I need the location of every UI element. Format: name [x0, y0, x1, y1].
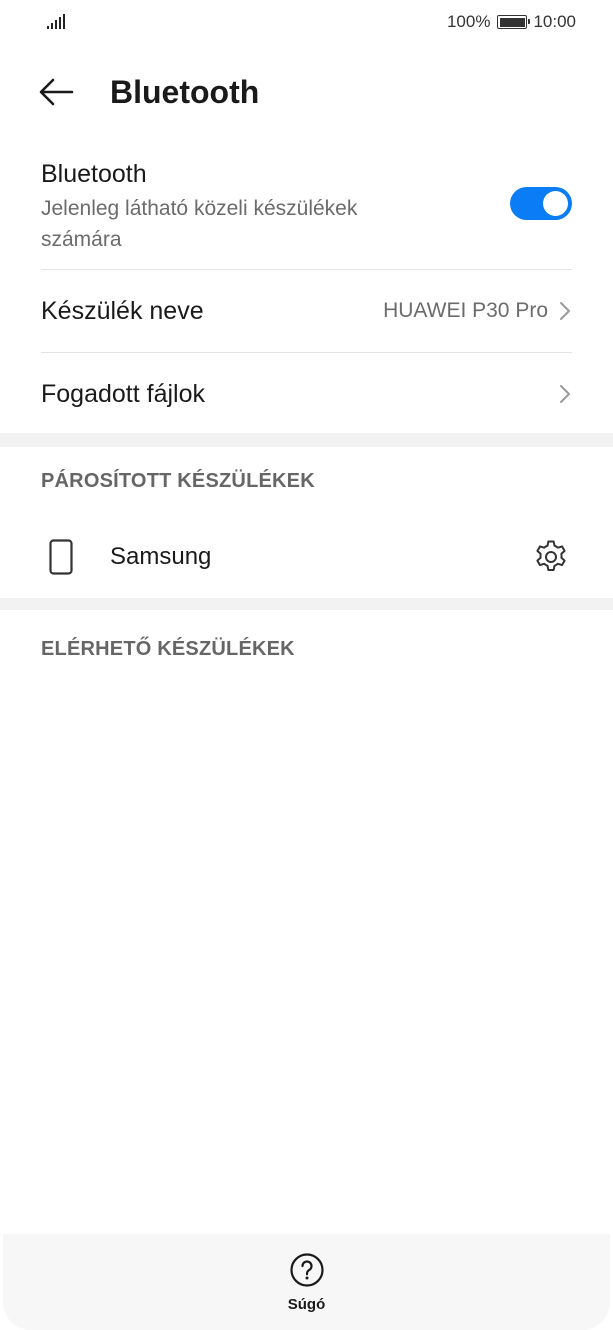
back-arrow-icon: [39, 78, 74, 106]
chevron-right-icon: [558, 383, 572, 405]
received-files-row[interactable]: Fogadott fájlok: [41, 353, 572, 435]
section-gap: [0, 433, 613, 447]
bluetooth-toggle-row[interactable]: Bluetooth Jelenleg látható közeli készül…: [41, 150, 572, 268]
battery-percent: 100%: [446, 12, 491, 31]
status-right: 100% 10:00: [447, 11, 576, 33]
chevron-right-icon: [558, 300, 572, 322]
app-bar: Bluetooth: [0, 60, 613, 124]
switch-knob: [543, 191, 568, 216]
gear-icon[interactable]: [532, 538, 570, 576]
paired-device-name: Samsung: [110, 543, 212, 570]
received-files-label: Fogadott fájlok: [41, 380, 205, 408]
clock: 10:00: [533, 12, 576, 31]
bluetooth-switch[interactable]: [510, 187, 572, 220]
back-button[interactable]: [38, 72, 82, 112]
phone-icon: [49, 539, 73, 575]
battery-icon: [497, 15, 531, 29]
bluetooth-label: Bluetooth: [41, 160, 147, 188]
available-devices-header: ELÉRHETŐ KÉSZÜLÉKEK: [41, 638, 295, 660]
paired-device-row[interactable]: Samsung: [41, 516, 572, 598]
signal-icon: [47, 13, 67, 29]
bottom-bar: Súgó: [3, 1234, 610, 1330]
bluetooth-visibility-text: Jelenleg látható közeli készülékek számá…: [41, 197, 358, 251]
status-bar: 100% 10:00: [0, 0, 613, 44]
device-name-label: Készülék neve: [41, 297, 204, 325]
question-circle-icon: [289, 1253, 324, 1287]
paired-devices-header: PÁROSÍTOTT KÉSZÜLÉKEK: [41, 470, 315, 492]
device-name-row[interactable]: Készülék neve HUAWEI P30 Pro: [41, 270, 572, 352]
help-label: Súgó: [287, 1296, 326, 1313]
section-gap: [0, 598, 613, 610]
device-name-value: HUAWEI P30 Pro: [383, 299, 548, 322]
help-button[interactable]: Súgó: [267, 1252, 347, 1313]
page-title: Bluetooth: [110, 74, 260, 110]
